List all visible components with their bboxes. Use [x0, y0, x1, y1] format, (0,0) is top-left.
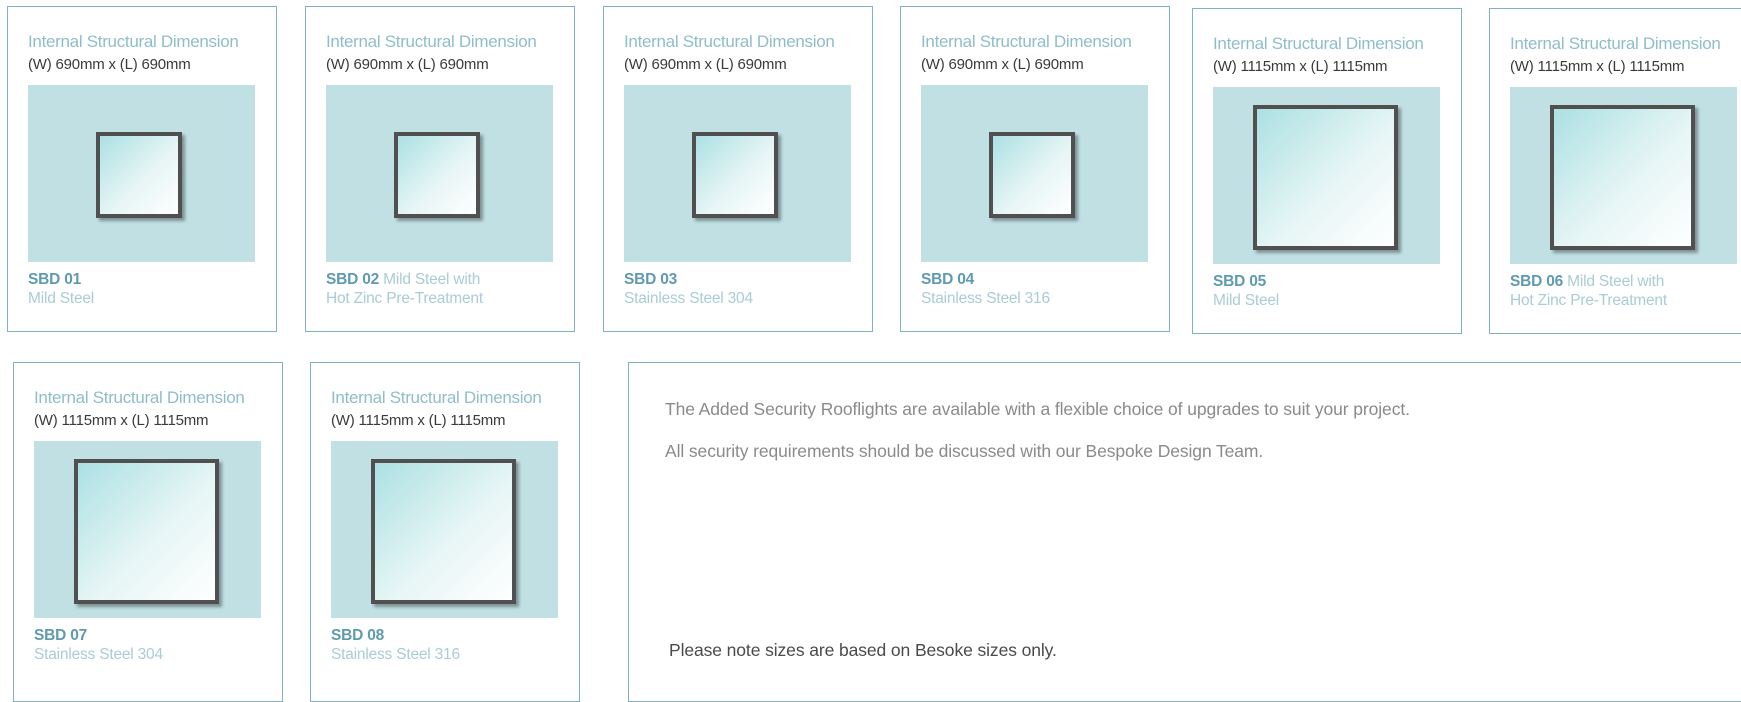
- sizes-note: Please note sizes are based on Besoke si…: [669, 640, 1057, 660]
- rooflight-pane: [74, 459, 219, 604]
- card-dimensions: (W) 1115mm x (L) 1115mm: [1213, 58, 1388, 75]
- product-material-line2: Stainless Steel 316: [331, 646, 460, 663]
- rooflight-preview: [624, 85, 851, 262]
- rooflight-preview: [921, 85, 1148, 262]
- rooflight-preview: [34, 441, 261, 618]
- card-caption: SBD 02 Mild Steel with Hot Zinc Pre-Treat…: [326, 270, 566, 308]
- rooflight-pane: [96, 132, 182, 218]
- rooflight-pane: [1550, 105, 1695, 250]
- product-card-sbd-01: Internal Structural Dimension (W) 690mm …: [7, 6, 277, 332]
- product-material-line2: Hot Zinc Pre-Treatment: [1510, 292, 1667, 309]
- rooflight-preview: [331, 441, 558, 618]
- product-code: SBD 06: [1510, 273, 1564, 290]
- product-card-sbd-07: Internal Structural Dimension (W) 1115mm…: [13, 362, 283, 702]
- product-code: SBD 03: [624, 271, 678, 288]
- product-code: SBD 01: [28, 271, 82, 288]
- product-material-line2: Stainless Steel 316: [921, 290, 1050, 307]
- product-material: Mild Steel with: [379, 271, 481, 288]
- card-title: Internal Structural Dimension: [331, 388, 542, 407]
- product-code: SBD 04: [921, 271, 975, 288]
- product-code: SBD 08: [331, 627, 385, 644]
- card-dimensions: (W) 690mm x (L) 690mm: [624, 56, 787, 73]
- product-material-line2: Mild Steel: [28, 290, 95, 307]
- card-dimensions: (W) 690mm x (L) 690mm: [326, 56, 489, 73]
- rooflight-pane: [989, 132, 1075, 218]
- card-caption: SBD 01 Mild Steel: [28, 270, 268, 308]
- rooflight-pane: [1253, 105, 1398, 250]
- product-material-line2: Stainless Steel 304: [624, 290, 753, 307]
- card-dimensions: (W) 1115mm x (L) 1115mm: [1510, 58, 1685, 75]
- product-material-line2: Mild Steel: [1213, 292, 1280, 309]
- rooflight-pane: [371, 459, 516, 604]
- card-title: Internal Structural Dimension: [1213, 34, 1424, 53]
- card-title: Internal Structural Dimension: [28, 32, 239, 51]
- card-title: Internal Structural Dimension: [624, 32, 835, 51]
- card-caption: SBD 08 Stainless Steel 316: [331, 626, 571, 664]
- product-card-sbd-06: Internal Structural Dimension (W) 1115mm…: [1489, 8, 1741, 334]
- rooflight-preview: [326, 85, 553, 262]
- card-title: Internal Structural Dimension: [326, 32, 537, 51]
- card-dimensions: (W) 690mm x (L) 690mm: [921, 56, 1084, 73]
- card-caption: SBD 07 Stainless Steel 304: [34, 626, 274, 664]
- product-card-sbd-04: Internal Structural Dimension (W) 690mm …: [900, 6, 1170, 332]
- card-caption: SBD 05 Mild Steel: [1213, 272, 1453, 310]
- rooflight-preview: [1213, 87, 1440, 264]
- product-code: SBD 07: [34, 627, 88, 644]
- product-card-sbd-08: Internal Structural Dimension (W) 1115mm…: [310, 362, 580, 702]
- product-card-sbd-02: Internal Structural Dimension (W) 690mm …: [305, 6, 575, 332]
- rooflight-pane: [394, 132, 480, 218]
- rooflight-pane: [692, 132, 778, 218]
- card-dimensions: (W) 1115mm x (L) 1115mm: [331, 412, 506, 429]
- card-title: Internal Structural Dimension: [921, 32, 1132, 51]
- card-dimensions: (W) 690mm x (L) 690mm: [28, 56, 191, 73]
- product-material-line2: Hot Zinc Pre-Treatment: [326, 290, 483, 307]
- product-card-sbd-05: Internal Structural Dimension (W) 1115mm…: [1192, 8, 1462, 334]
- security-info-panel: The Added Security Rooflights are availa…: [628, 362, 1741, 702]
- card-caption: SBD 06 Mild Steel with Hot Zinc Pre-Treat…: [1510, 272, 1741, 310]
- card-caption: SBD 04 Stainless Steel 316: [921, 270, 1161, 308]
- design-team-text: All security requirements should be disc…: [665, 441, 1264, 461]
- rooflight-preview: [1510, 87, 1737, 264]
- product-material-line2: Stainless Steel 304: [34, 646, 163, 663]
- card-caption: SBD 03 Stainless Steel 304: [624, 270, 864, 308]
- product-code: SBD 05: [1213, 273, 1267, 290]
- card-title: Internal Structural Dimension: [1510, 34, 1721, 53]
- card-dimensions: (W) 1115mm x (L) 1115mm: [34, 412, 209, 429]
- rooflight-preview: [28, 85, 255, 262]
- upgrades-text: The Added Security Rooflights are availa…: [665, 399, 1410, 419]
- product-material: Mild Steel with: [1563, 273, 1665, 290]
- card-title: Internal Structural Dimension: [34, 388, 245, 407]
- product-code: SBD 02: [326, 271, 380, 288]
- product-card-sbd-03: Internal Structural Dimension (W) 690mm …: [603, 6, 873, 332]
